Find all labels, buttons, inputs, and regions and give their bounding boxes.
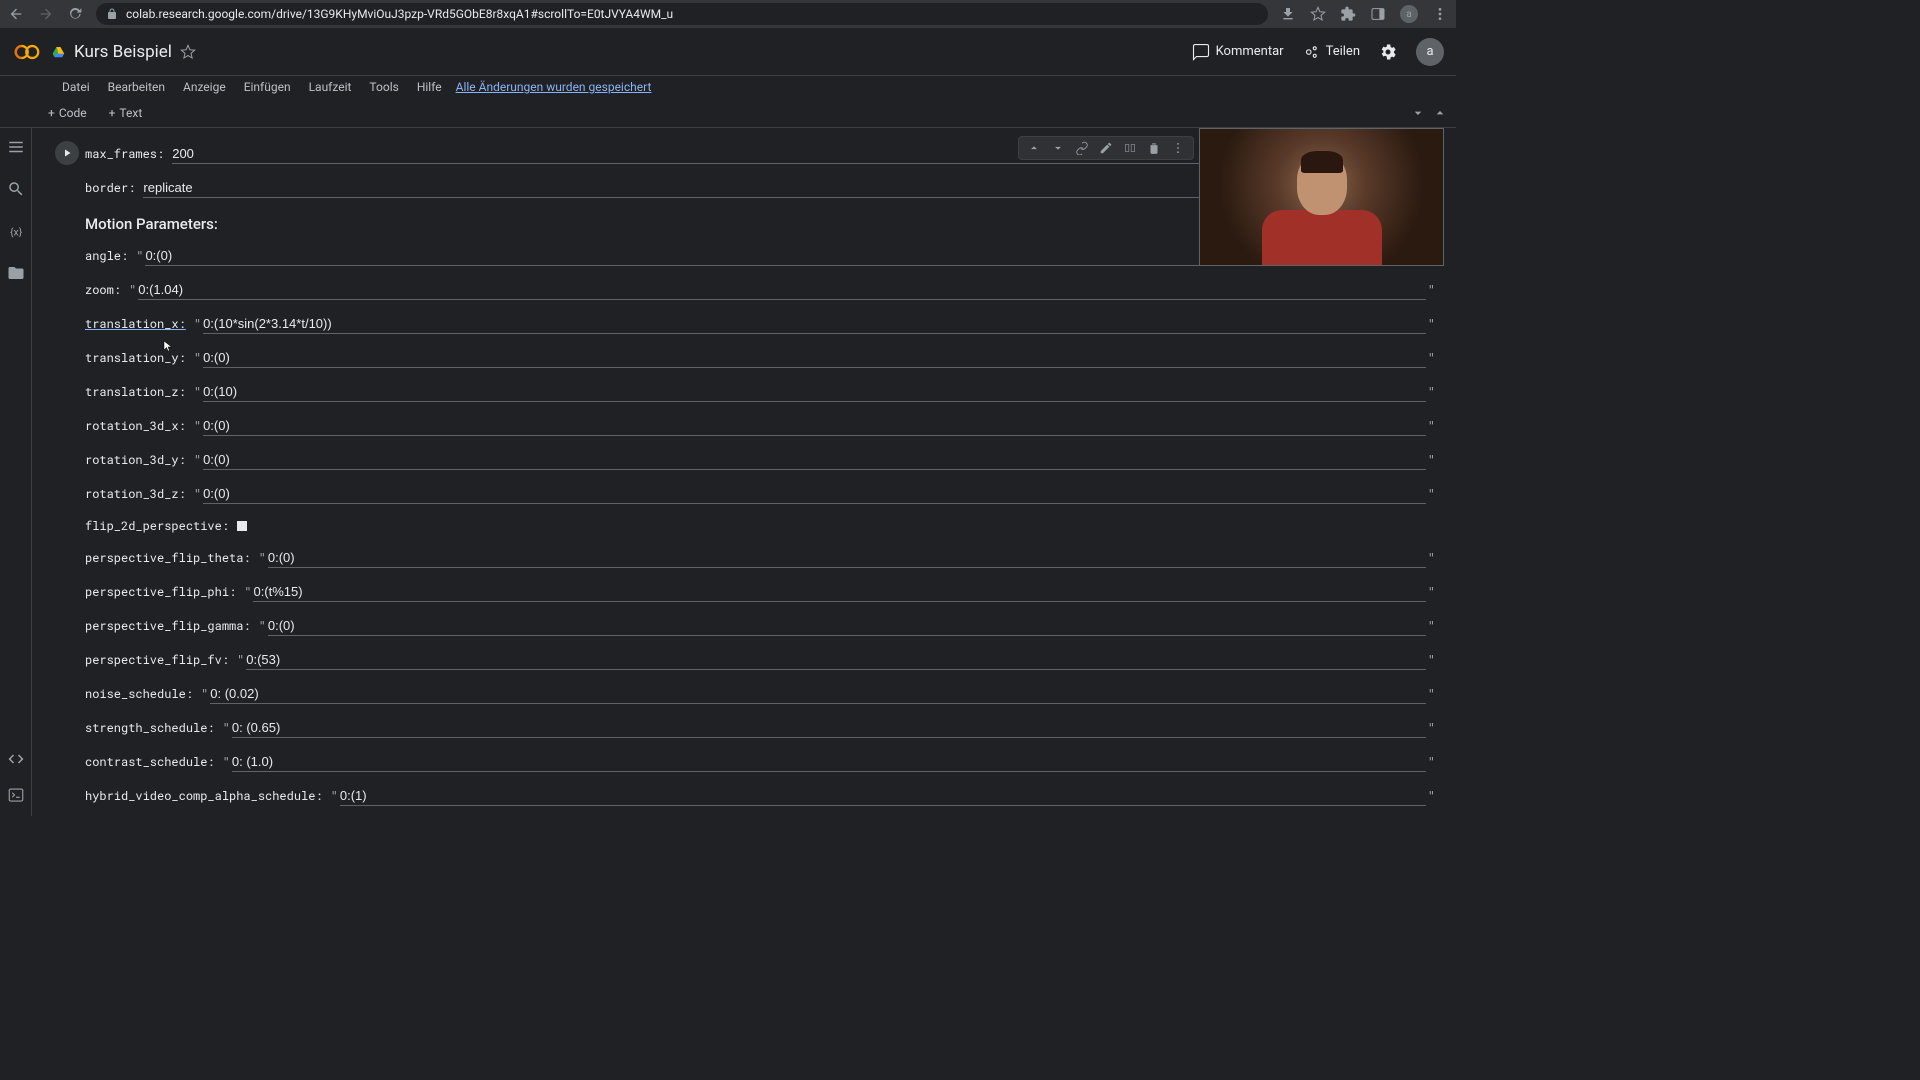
main-area: {x} max_fr (0, 128, 1456, 816)
terminal-icon[interactable] (7, 786, 25, 804)
translation-x-input[interactable] (203, 314, 1426, 334)
flip-2d-checkbox[interactable] (237, 521, 247, 531)
persp-theta-label: perspective_flip_theta: (85, 550, 251, 566)
folder-icon[interactable] (7, 264, 25, 282)
more-icon[interactable] (1171, 141, 1185, 155)
zoom-input[interactable] (138, 280, 1426, 300)
svg-text:{x}: {x} (10, 226, 23, 239)
persp-theta-input[interactable] (268, 548, 1426, 568)
contrast-schedule-input[interactable] (232, 752, 1426, 772)
menu-laufzeit[interactable]: Laufzeit (301, 78, 360, 96)
gear-icon[interactable] (1378, 42, 1398, 62)
move-down-icon[interactable] (1051, 141, 1065, 155)
browser-menu-icon[interactable] (1432, 6, 1448, 22)
menu-datei[interactable]: Datei (54, 78, 98, 96)
doc-star-icon[interactable] (180, 44, 196, 60)
move-up-icon[interactable] (1027, 141, 1041, 155)
contrast-schedule-label: contrast_schedule: (85, 754, 215, 770)
persp-fv-label: perspective_flip_fv: (85, 652, 229, 668)
cell-actions (1018, 136, 1194, 160)
reload-icon[interactable] (68, 6, 84, 22)
sidepanel-icon[interactable] (1370, 6, 1386, 22)
share-icon (1302, 43, 1320, 61)
url-text: colab.research.google.com/drive/13G9KHyM… (126, 7, 673, 21)
browser-bar: colab.research.google.com/drive/13G9KHyM… (0, 0, 1456, 28)
edit-icon[interactable] (1099, 141, 1113, 155)
install-icon[interactable] (1280, 6, 1296, 22)
mirror-icon[interactable] (1123, 141, 1137, 155)
delete-icon[interactable] (1147, 141, 1161, 155)
add-code-button[interactable]: + Code (40, 102, 95, 124)
browser-avatar[interactable]: a (1400, 5, 1418, 23)
rotation-3d-y-input[interactable] (203, 450, 1426, 470)
code-snippet-icon[interactable] (7, 750, 25, 768)
colab-logo-icon (12, 37, 42, 67)
persp-gamma-input[interactable] (268, 616, 1426, 636)
webcam-overlay (1199, 128, 1444, 266)
caret-down-icon[interactable] (1410, 105, 1426, 121)
toc-icon[interactable] (7, 138, 25, 156)
link-icon[interactable] (1075, 141, 1089, 155)
lock-icon (106, 8, 118, 20)
doc-title[interactable]: Kurs Beispiel (74, 42, 172, 62)
noise-schedule-label: noise_schedule: (85, 686, 193, 702)
angle-label: angle: (85, 248, 128, 264)
translation-z-label: translation_z: (85, 384, 186, 400)
hybrid-alpha-input[interactable] (340, 786, 1426, 806)
noise-schedule-input[interactable] (210, 684, 1426, 704)
notebook-content[interactable]: max_frames: border: Motion Parameters: a… (32, 128, 1456, 816)
zoom-label: zoom: (85, 282, 121, 298)
search-icon[interactable] (7, 180, 25, 198)
border-label: border: (85, 180, 135, 196)
drive-icon (52, 45, 66, 59)
flip-2d-label: flip_2d_perspective: (85, 518, 229, 534)
menu-bearbeiten[interactable]: Bearbeiten (100, 78, 173, 96)
rotation-3d-z-label: rotation_3d_z: (85, 486, 186, 502)
extensions-icon[interactable] (1340, 6, 1356, 22)
persp-gamma-label: perspective_flip_gamma: (85, 618, 251, 634)
max-frames-label: max_frames: (85, 146, 164, 162)
menu-hilfe[interactable]: Hilfe (409, 78, 450, 96)
share-button[interactable]: Teilen (1302, 43, 1360, 61)
rotation-3d-x-input[interactable] (203, 416, 1426, 436)
expand-icon[interactable] (1432, 105, 1448, 121)
menu-anzeige[interactable]: Anzeige (175, 78, 234, 96)
comment-button[interactable]: Kommentar (1192, 43, 1284, 61)
persp-phi-input[interactable] (253, 582, 1425, 602)
user-avatar[interactable]: a (1416, 38, 1444, 66)
forward-icon[interactable] (38, 6, 54, 22)
play-icon (61, 147, 73, 159)
persp-phi-label: perspective_flip_phi: (85, 584, 236, 600)
rotation-3d-z-input[interactable] (203, 484, 1426, 504)
variables-icon[interactable]: {x} (7, 222, 25, 240)
menu-bar: Datei Bearbeiten Anzeige Einfügen Laufze… (0, 76, 1456, 98)
strength-schedule-label: strength_schedule: (85, 720, 215, 736)
comment-icon (1192, 43, 1210, 61)
menu-einfuegen[interactable]: Einfügen (236, 78, 299, 96)
menu-tools[interactable]: Tools (361, 78, 406, 96)
persp-fv-input[interactable] (246, 650, 1426, 670)
left-rail: {x} (0, 128, 32, 816)
save-status[interactable]: Alle Änderungen wurden gespeichert (456, 80, 652, 94)
hybrid-alpha-label: hybrid_video_comp_alpha_schedule: (85, 788, 323, 804)
rotation-3d-x-label: rotation_3d_x: (85, 418, 186, 434)
rotation-3d-y-label: rotation_3d_y: (85, 452, 186, 468)
translation-x-label: translation_x: (85, 316, 186, 332)
translation-y-input[interactable] (203, 348, 1426, 368)
strength-schedule-input[interactable] (232, 718, 1426, 738)
toolbar: + Code + Text (0, 98, 1456, 128)
translation-z-input[interactable] (203, 382, 1426, 402)
star-icon[interactable] (1310, 6, 1326, 22)
add-text-button[interactable]: + Text (101, 102, 151, 124)
translation-y-label: translation_y: (85, 350, 186, 366)
run-button[interactable] (55, 141, 79, 165)
url-bar[interactable]: colab.research.google.com/drive/13G9KHyM… (96, 3, 1268, 25)
colab-header: Kurs Beispiel Kommentar Teilen a (0, 28, 1456, 76)
back-icon[interactable] (8, 6, 24, 22)
